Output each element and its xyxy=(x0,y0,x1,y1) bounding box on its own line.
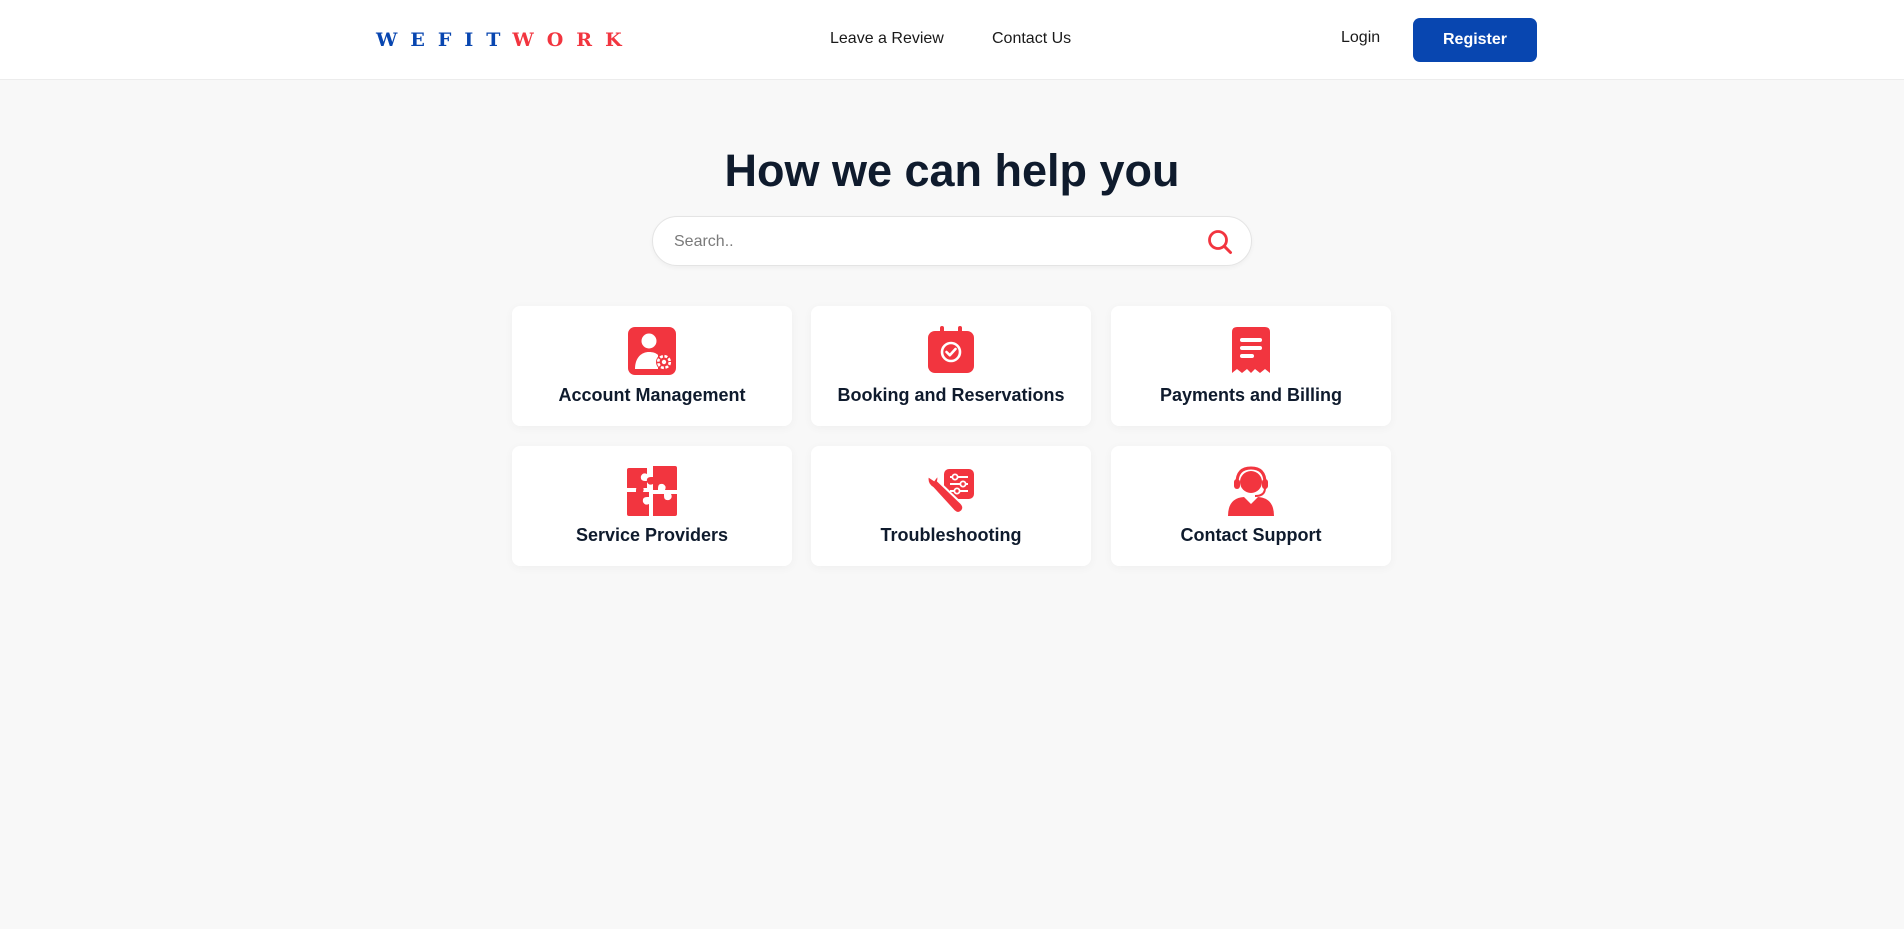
category-card-account-management[interactable]: Account Management xyxy=(512,306,792,426)
puzzle-icon xyxy=(625,464,679,518)
category-card-contact-support[interactable]: Contact Support xyxy=(1111,446,1391,566)
category-label: Troubleshooting xyxy=(880,525,1022,545)
page-title: How we can help you xyxy=(724,145,1180,196)
wefitwork-logo[interactable]: WEFIT WORK xyxy=(376,28,622,52)
search-icon[interactable] xyxy=(1207,229,1233,255)
category-label: Service Providers xyxy=(575,525,729,545)
register-button[interactable]: Register xyxy=(1413,18,1537,62)
nav-leave-review-link[interactable]: Leave a Review xyxy=(830,30,944,48)
category-card-troubleshooting[interactable]: Troubleshooting xyxy=(811,446,1091,566)
category-card-payments-billing[interactable]: Payments and Billing xyxy=(1111,306,1391,426)
account-settings-icon xyxy=(625,324,679,378)
nav-contact-us-link[interactable]: Contact Us xyxy=(992,30,1071,48)
login-link[interactable]: Login xyxy=(1341,29,1380,47)
calendar-check-icon xyxy=(924,324,978,378)
receipt-icon xyxy=(1224,324,1278,378)
wrench-icon xyxy=(924,464,978,518)
category-label: Booking and Reservations xyxy=(837,385,1065,405)
logo-text-red: WORK xyxy=(512,29,622,51)
category-label: Payments and Billing xyxy=(1159,385,1343,405)
category-label: Account Management xyxy=(558,385,746,405)
category-card-booking-reservations[interactable]: Booking and Reservations xyxy=(811,306,1091,426)
logo-text-blue: WEFIT xyxy=(376,29,501,51)
search-bar xyxy=(652,216,1252,267)
top-navbar: WEFIT WORK Leave a Review Contact Us Log… xyxy=(0,0,1904,80)
category-card-service-providers[interactable]: Service Providers xyxy=(512,446,792,566)
search-input[interactable] xyxy=(672,217,1176,267)
category-label: Contact Support xyxy=(1180,525,1322,545)
headset-agent-icon xyxy=(1224,464,1278,518)
